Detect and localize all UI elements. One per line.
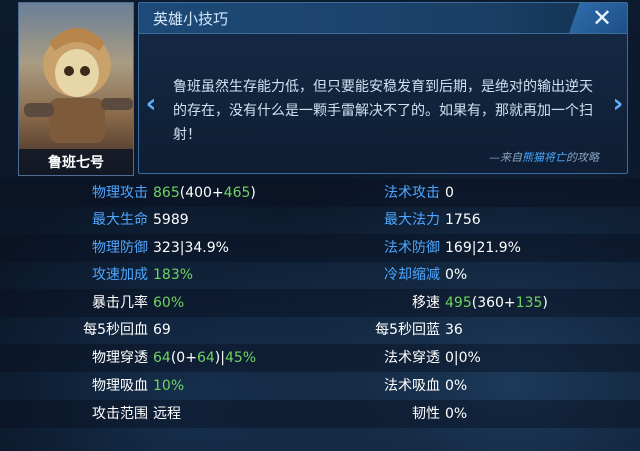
stat-value-left-2: 323|34.9% [153, 238, 229, 258]
stat-value-part: 495 [445, 295, 472, 311]
stat-label-left-3[interactable]: 攻速加成 [92, 265, 148, 285]
stat-value-part: 0% [445, 378, 468, 394]
stat-value-part: 0 [445, 185, 454, 201]
stat-label-left-0[interactable]: 物理攻击 [92, 183, 148, 203]
stat-value-left-8: 远程 [153, 404, 181, 424]
tips-panel: 英雄小技巧 ✕ 鲁班虽然生存能力低，但只要能安稳发育到后期，是绝对的输出逆天的存… [138, 2, 628, 174]
stat-value-left-7: 10% [153, 376, 184, 396]
stat-label-right-5: 每5秒回蓝 [375, 322, 440, 338]
stat-label-left-1[interactable]: 最大生命 [92, 210, 148, 230]
stat-value-part: 0% [445, 267, 468, 283]
stat-value-part: (400+ [179, 185, 224, 201]
stat-value-part: 远程 [153, 406, 181, 422]
stat-value-part: ) [250, 185, 256, 201]
stat-value-part: 183% [153, 267, 194, 283]
stat-value-right-0: 0 [445, 183, 454, 203]
stat-label-left-2[interactable]: 物理防御 [92, 238, 148, 258]
source-suffix: 的攻略 [566, 151, 599, 164]
stat-label-right-8: 韧性 [412, 406, 440, 422]
stat-value-right-6: 0|0% [445, 348, 481, 368]
stat-value-part: 465 [223, 185, 251, 201]
stat-label-left-6: 物理穿透 [92, 350, 148, 366]
close-button[interactable]: ✕ [569, 3, 627, 33]
stat-value-part: ) [542, 295, 548, 311]
stat-value-part: 0% [445, 406, 468, 422]
source-author-link[interactable]: 熊猫将亡 [522, 151, 566, 164]
stat-value-right-2: 169|21.9% [445, 238, 521, 258]
stat-label-left-7: 物理吸血 [92, 378, 148, 394]
stat-value-right-1: 1756 [445, 210, 481, 230]
stat-value-part: 45% [224, 350, 257, 366]
stat-value-part: 135 [515, 295, 543, 311]
stat-value-right-8: 0% [445, 404, 467, 424]
stat-label-right-4: 移速 [412, 295, 440, 311]
stat-value-part: 1756 [445, 212, 481, 228]
stat-value-part: 5989 [153, 212, 189, 228]
stat-label-right-6: 法术穿透 [384, 350, 440, 366]
stat-label-right-2[interactable]: 法术防御 [384, 238, 440, 258]
stat-value-left-3: 183% [153, 265, 193, 285]
prev-tip-button[interactable]: ‹ [144, 89, 158, 119]
stat-value-part: (0+ [170, 350, 197, 366]
stat-label-left-8: 攻击范围 [92, 406, 148, 422]
hero-portrait-art [24, 28, 133, 143]
source-prefix: —来自 [489, 151, 522, 164]
stat-value-part: (360+ [471, 295, 516, 311]
stat-value-right-5: 36 [445, 320, 463, 340]
stat-value-right-3: 0% [445, 265, 467, 285]
stat-label-right-3[interactable]: 冷却缩减 [384, 265, 440, 285]
tip-text: 鲁班虽然生存能力低，但只要能安稳发育到后期，是绝对的输出逆天的存在，没有什么是一… [173, 79, 593, 143]
stat-value-part: 64 [196, 350, 215, 366]
tips-title: 英雄小技巧 [153, 10, 229, 28]
stat-value-part: 60% [153, 295, 185, 311]
hero-portrait: 鲁班七号 [18, 2, 134, 176]
stat-label-left-4: 暴击几率 [92, 295, 148, 311]
stat-label-left-5: 每5秒回血 [83, 322, 148, 338]
stat-value-right-4: 495(360+135) [445, 293, 548, 313]
stat-value-left-1: 5989 [153, 210, 189, 230]
close-icon: ✕ [591, 4, 613, 32]
stat-value-part: 865 [153, 185, 180, 201]
tips-panel-header: 英雄小技巧 ✕ [139, 3, 627, 34]
stat-label-right-1[interactable]: 最大法力 [384, 210, 440, 230]
stat-value-part: 10% [153, 378, 185, 394]
stat-value-left-6: 64(0+64)|45% [153, 348, 256, 368]
chevron-right-icon: › [612, 89, 624, 119]
stat-value-part: 69 [153, 322, 171, 338]
next-tip-button[interactable]: › [611, 89, 625, 119]
stat-value-part: 323|34.9% [153, 240, 229, 256]
stat-label-right-7: 法术吸血 [384, 378, 440, 394]
stat-value-part: 64 [153, 350, 171, 366]
chevron-left-icon: ‹ [145, 89, 157, 119]
stat-value-part: )| [214, 350, 225, 366]
stat-value-left-0: 865(400+465) [153, 183, 256, 203]
stat-value-left-5: 69 [153, 320, 171, 340]
hero-name: 鲁班七号 [19, 149, 133, 175]
stat-value-right-7: 0% [445, 376, 467, 396]
stat-label-right-0[interactable]: 法术攻击 [384, 183, 440, 203]
stat-value-part: 169|21.9% [445, 240, 521, 256]
stat-value-part: 36 [445, 322, 463, 338]
stat-value-part: 0|0% [445, 350, 481, 366]
stat-value-left-4: 60% [153, 293, 184, 313]
tip-source: —来自熊猫将亡的攻略 [489, 149, 599, 165]
